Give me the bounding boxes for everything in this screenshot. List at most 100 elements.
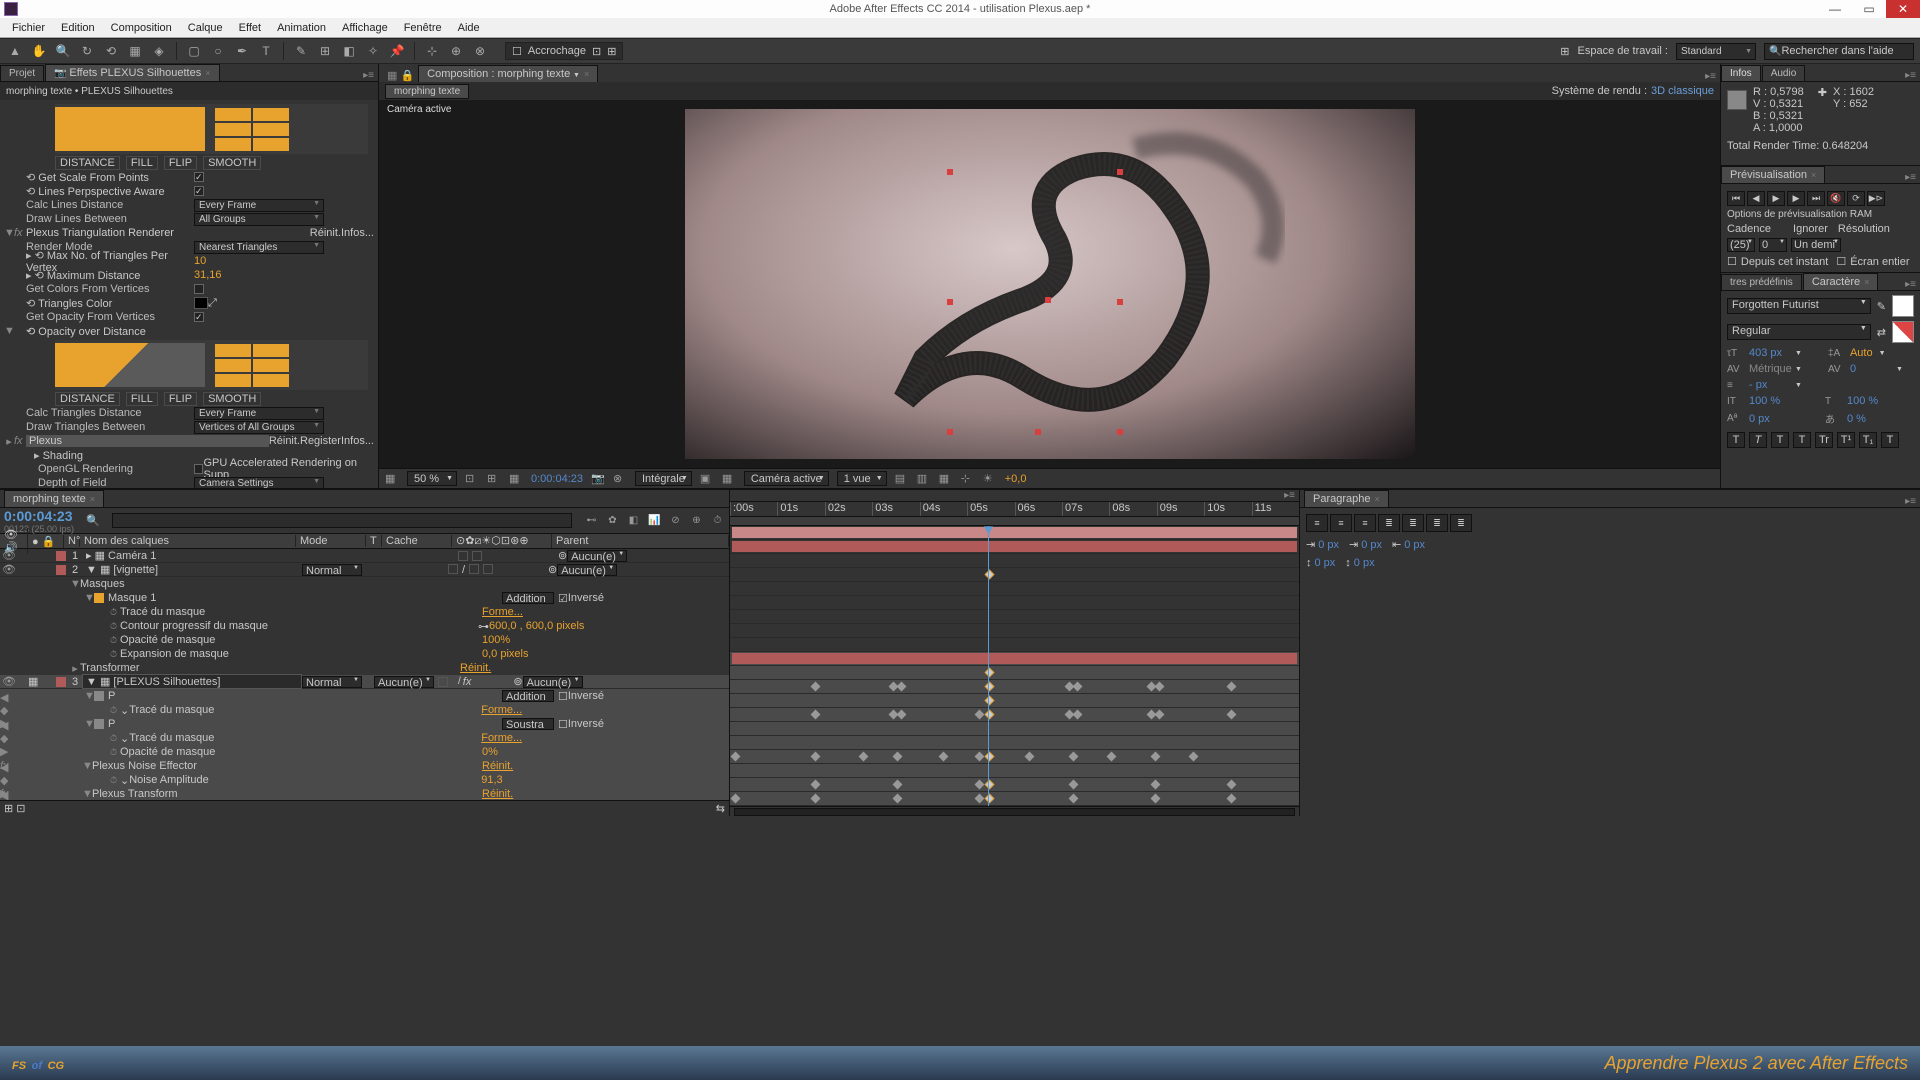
col-mode[interactable]: Mode <box>296 535 366 547</box>
tab-audio[interactable]: Audio <box>1762 65 1806 81</box>
stopwatch-icon[interactable]: ⏱ <box>110 733 120 744</box>
menu-calque[interactable]: Calque <box>180 22 231 34</box>
prop-opacite[interactable]: Opacité de masque <box>120 746 482 758</box>
first-frame-button[interactable]: ⏮ <box>1727 191 1745 206</box>
tl-ico4[interactable]: 📊 <box>647 513 662 528</box>
stroke-width[interactable]: - px <box>1749 379 1789 391</box>
text-color[interactable] <box>1892 295 1914 317</box>
link-reinit[interactable]: Réinit. <box>310 227 341 239</box>
cb-inverse[interactable]: ☑ <box>558 592 568 605</box>
prev-frame-button[interactable]: ◀ <box>1747 191 1765 206</box>
handle[interactable] <box>1117 299 1123 305</box>
exposure-icon[interactable]: ☀ <box>983 472 997 485</box>
indent-val[interactable]: 0 px <box>1404 539 1425 551</box>
eye-icon[interactable]: 👁 <box>2 549 12 562</box>
local-axis-icon[interactable]: ⊹ <box>423 42 441 60</box>
stopwatch-icon[interactable]: ⏱ <box>110 649 120 660</box>
opacite-val[interactable]: 0% <box>482 746 498 758</box>
prop-contour[interactable]: Contour progressif du masque <box>120 620 478 632</box>
roto-tool-icon[interactable]: ✧ <box>364 42 382 60</box>
pen-tool-icon[interactable]: ✒ <box>233 42 251 60</box>
mask-mode-dd[interactable]: Soustra <box>502 718 554 730</box>
layer-bar[interactable] <box>732 653 1297 664</box>
tab-timeline[interactable]: morphing texte× <box>4 490 104 507</box>
puppet-tool-icon[interactable]: 📌 <box>388 42 406 60</box>
style-strike[interactable]: T <box>1881 432 1899 448</box>
tab-character[interactable]: Caractère× <box>1803 273 1879 290</box>
tab-project[interactable]: Projet <box>0 65 44 81</box>
font-family-dd[interactable]: Forgotten Futurist <box>1727 298 1871 314</box>
nav-back-icon[interactable]: ▦ 🔒 <box>383 69 418 82</box>
parent-dd[interactable]: Aucun(e) <box>557 564 617 576</box>
cadence-dd[interactable]: (25) <box>1727 238 1755 252</box>
menu-affichage[interactable]: Affichage <box>334 22 396 34</box>
pickwhip-icon[interactable]: ⊚ <box>558 549 567 562</box>
link-register[interactable]: Register <box>300 435 341 447</box>
rect-tool-icon[interactable]: ▢ <box>185 42 203 60</box>
mask-mode-dd[interactable]: Addition <box>502 592 554 604</box>
align-left[interactable]: ≡ <box>1306 514 1328 532</box>
twirl-icon[interactable]: ▼ <box>4 325 14 337</box>
menu-fichier[interactable]: Fichier <box>4 22 53 34</box>
parent-dd[interactable]: Aucun(e) <box>567 550 627 562</box>
ram-preview-button[interactable]: ▶⊳ <box>1867 191 1885 206</box>
twirl-icon[interactable]: ▼ <box>84 592 94 604</box>
prop-masques[interactable]: Masques <box>80 578 460 590</box>
twirl-icon[interactable]: ▸ <box>4 435 14 448</box>
anchor-tool-icon[interactable]: ◈ <box>150 42 168 60</box>
minimize-button[interactable]: — <box>1818 0 1852 18</box>
dd-draw-tri[interactable]: Vertices of All Groups <box>194 421 324 434</box>
sys-render-val[interactable]: 3D classique <box>1651 85 1714 97</box>
col-cache[interactable]: Cache <box>382 535 452 547</box>
link-infos[interactable]: Infos... <box>341 227 374 239</box>
curve-flip[interactable]: FLIP <box>164 156 197 170</box>
dd-calc-tri[interactable]: Every Frame <box>194 407 324 420</box>
layer-color[interactable] <box>56 551 66 561</box>
tab-preview[interactable]: Prévisualisation× <box>1721 166 1825 183</box>
camera-tool-icon[interactable]: ▦ <box>126 42 144 60</box>
link-reinit[interactable]: Réinit. <box>269 435 300 447</box>
panel-menu-icon[interactable]: ▸≡ <box>1901 70 1920 81</box>
help-search[interactable]: 🔍 Rechercher dans l'aide <box>1764 43 1914 60</box>
tl-ico7[interactable]: ⏱ <box>710 513 725 528</box>
tl-ico1[interactable]: ⊷ <box>584 513 599 528</box>
twirl-icon[interactable]: ▸ <box>70 662 80 675</box>
style-super[interactable]: Tr <box>1815 432 1833 448</box>
pickwhip-icon[interactable]: ⊚ <box>548 563 557 576</box>
curve-smooth[interactable]: SMOOTH <box>203 392 261 406</box>
stopwatch-icon[interactable]: ⏱ <box>110 747 120 758</box>
leading-val[interactable]: Auto <box>1850 347 1873 359</box>
forme-link[interactable]: Forme... <box>481 704 522 716</box>
stroke-color[interactable] <box>1892 321 1914 343</box>
close-icon[interactable]: × <box>584 69 589 79</box>
twirl-icon[interactable]: ▼ <box>82 788 92 800</box>
opacite-val[interactable]: 100% <box>482 634 510 646</box>
pickwhip-icon[interactable]: ⊚ <box>513 675 522 688</box>
space-val[interactable]: 0 px <box>1315 557 1336 569</box>
twirl-icon[interactable]: ▼ <box>70 578 80 590</box>
stopwatch-icon[interactable]: ⏱ <box>110 635 120 646</box>
curve-flip[interactable]: FLIP <box>164 392 197 406</box>
col-parent[interactable]: Parent <box>552 535 729 547</box>
eraser-tool-icon[interactable]: ◧ <box>340 42 358 60</box>
layer-name-3[interactable]: ▼ ▦ [PLEXUS Silhouettes] <box>82 674 302 689</box>
layer-color[interactable] <box>56 565 66 575</box>
tab-composition[interactable]: Composition : morphing texte ▼× <box>418 65 598 82</box>
zoom-dropdown[interactable]: 50 % <box>407 471 457 486</box>
style-bold[interactable]: T <box>1727 432 1745 448</box>
timeline-icon[interactable]: ▦ <box>939 472 953 485</box>
guides-icon[interactable]: ▦ <box>509 472 523 485</box>
tl-ico5[interactable]: ⊘ <box>668 513 683 528</box>
twirl-icon[interactable]: ▼ <box>82 760 92 772</box>
snapshot-icon[interactable]: 📷 <box>591 472 605 485</box>
play-button[interactable]: ▶ <box>1767 191 1785 206</box>
forme-link[interactable]: Forme... <box>481 732 522 744</box>
col-num[interactable]: N° <box>64 535 80 547</box>
align-right[interactable]: ≡ <box>1354 514 1376 532</box>
twirl-icon[interactable]: ▼ <box>4 227 14 239</box>
stopwatch-icon[interactable]: ⏱ <box>110 705 120 716</box>
resolution-icon[interactable]: ⊡ <box>465 472 479 485</box>
viewport[interactable]: Caméra active <box>379 100 1720 468</box>
style-underline[interactable]: T₁ <box>1859 432 1877 448</box>
fx-icon[interactable]: fx <box>14 227 26 239</box>
